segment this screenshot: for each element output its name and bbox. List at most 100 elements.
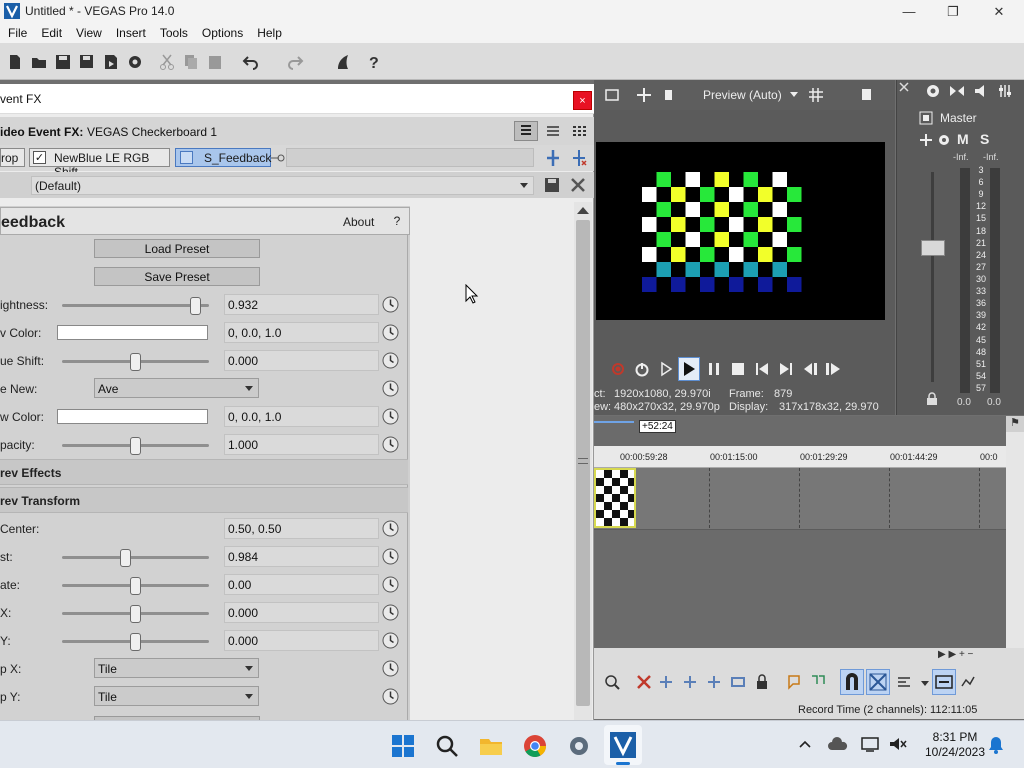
envelope-edit-icon[interactable] [960,674,976,690]
wrap-x-dropdown[interactable]: Tile [94,658,259,678]
offset-x-value-field[interactable]: 0.000 [224,602,379,623]
chrome-icon[interactable] [522,733,548,759]
checkerboard-event-clip[interactable] [594,468,636,528]
scroll-up-arrow-icon[interactable] [577,207,589,214]
master-fader-handle[interactable] [921,240,945,256]
mixer-gear-icon[interactable] [925,83,941,99]
keyframe-animate-icon[interactable] [382,436,399,453]
insert-region-icon[interactable] [810,674,826,690]
enable-snapping-icon[interactable] [334,53,352,71]
load-preset-button[interactable]: Load Preset [94,239,260,258]
scrollbar-thumb[interactable] [576,220,590,706]
search-icon[interactable] [434,733,460,759]
slider-thumb[interactable] [190,297,201,315]
about-button[interactable]: About [343,215,374,229]
prev-color-value-field[interactable]: 0, 0.0, 1.0 [224,322,379,343]
menu-edit[interactable]: Edit [33,23,68,43]
go-to-end-icon[interactable] [778,361,794,377]
timeline-vertical-scrollbar[interactable] [1006,416,1024,664]
close-window-button[interactable]: ✕ [976,0,1022,23]
menu-view[interactable]: View [68,23,108,43]
whats-this-help-icon[interactable]: ? [366,53,384,71]
play-from-start-icon[interactable] [658,361,674,377]
keyframe-animate-icon[interactable] [382,660,399,677]
stop-icon[interactable] [730,361,746,377]
project-properties-icon[interactable] [604,87,620,103]
offset-y-value-field[interactable]: 0.000 [224,630,379,651]
lock-envelopes-toggle[interactable] [932,669,956,695]
color-swatch[interactable] [57,325,208,340]
record-icon[interactable] [611,362,625,376]
windows-start-icon[interactable] [390,733,416,759]
marker-flag-icon[interactable]: ⚑ [1006,416,1024,432]
vegas-taskbar-button[interactable] [604,725,642,765]
center-value-field[interactable]: 0.50, 0.50 [224,518,379,539]
open-folder-icon[interactable] [30,53,48,71]
minimize-button[interactable]: — [886,0,932,23]
menu-file[interactable]: File [0,23,33,43]
speaker-icon[interactable] [973,83,989,99]
show-hidden-icons-chevron-up-icon[interactable] [798,738,812,750]
overlays-grid-icon[interactable] [808,87,824,103]
ignore-grouping-icon[interactable] [730,674,746,690]
menu-tools[interactable]: Tools [152,23,194,43]
menu-options[interactable]: Options [194,23,249,43]
keyframe-animate-icon[interactable] [382,408,399,425]
network-icon[interactable] [860,736,880,752]
downmix-icon[interactable] [949,83,965,99]
section-prev-effects[interactable]: rev Effects [0,459,408,485]
trim-start-icon[interactable] [658,674,674,690]
auto-crossfade-toggle[interactable] [866,669,890,695]
view-single-button[interactable] [514,121,538,141]
preset-dropdown[interactable]: (Default) [31,176,534,195]
fx-dialog-titlebar[interactable]: vent FX × [0,84,594,114]
enable-checkbox-checked[interactable]: ✓ [33,151,46,164]
view-grid-icon[interactable] [571,124,587,140]
keyframe-animate-icon[interactable] [382,576,399,593]
slider-track[interactable] [62,304,209,307]
video-fx-icon[interactable] [636,87,652,103]
render-icon[interactable] [102,53,120,71]
section-prev-transform[interactable]: rev Transform [0,487,408,513]
delete-preset-icon[interactable] [570,177,586,193]
keyframe-animate-icon[interactable] [382,520,399,537]
cut-icon[interactable] [158,53,176,71]
keyframe-animate-icon[interactable] [382,688,399,705]
settings-gear-icon[interactable] [566,733,592,759]
fx-dialog-close-button[interactable]: × [573,91,592,110]
file-explorer-icon[interactable] [478,733,504,759]
ripple-edit-icon[interactable] [896,674,912,690]
hue-shift-value-field[interactable]: 0.000 [224,350,379,371]
close-panel-icon[interactable] [899,82,909,92]
bus-gear-icon[interactable] [937,133,951,147]
save-as-icon[interactable] [78,53,96,71]
color-swatch[interactable] [57,409,208,424]
system-clock[interactable]: 8:31 PM 10/24/2023 [915,730,995,760]
wrap-y-dropdown[interactable]: Tile [94,686,259,706]
preview-quality-dropdown[interactable]: Preview (Auto) [703,88,782,102]
maximize-button[interactable]: ❐ [930,0,976,23]
slider-thumb[interactable] [130,577,141,595]
go-to-start-icon[interactable] [754,361,770,377]
plugin-chain-item-crop[interactable]: rop [0,148,25,167]
ripple-dropdown-icon[interactable] [921,681,929,686]
combine-new-dropdown[interactable]: Ave [94,378,259,398]
copy-snapshot-icon[interactable] [860,87,876,103]
copy-icon[interactable] [182,53,200,71]
pause-icon[interactable] [706,361,722,377]
plugin-chain-add-icon[interactable] [545,149,561,167]
save-preset-icon[interactable] [544,177,560,193]
next-frame-icon[interactable] [824,361,842,377]
loop-playback-icon[interactable] [634,361,650,377]
properties-gear-icon[interactable] [126,53,144,71]
slider-track[interactable] [62,556,209,559]
remove-plugin-icon[interactable] [571,149,587,167]
keyframe-animate-icon[interactable] [382,296,399,313]
timeline-ruler[interactable]: 00:00:59:28 00:01:15:00 00:01:29:29 00:0… [594,446,1006,468]
slider-thumb[interactable] [120,549,131,567]
save-icon[interactable] [54,53,72,71]
insert-fx-icon[interactable] [919,133,933,147]
trim-end-icon[interactable] [682,674,698,690]
opacity-value-field[interactable]: 1.000 [224,434,379,455]
keyframe-animate-icon[interactable] [382,324,399,341]
